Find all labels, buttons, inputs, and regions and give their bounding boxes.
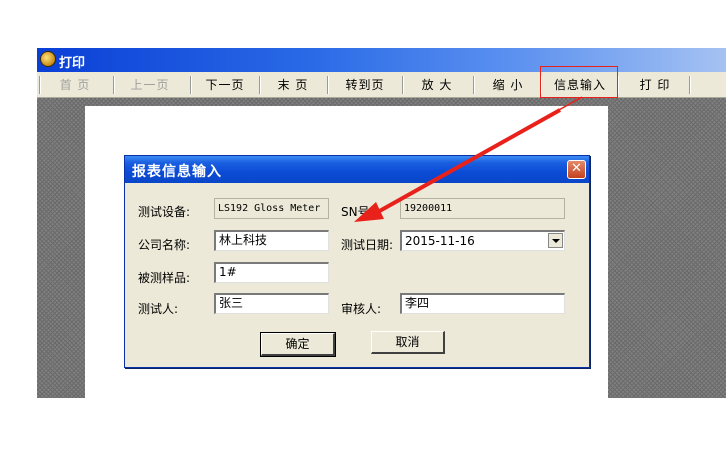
print-window-title: 打印 xyxy=(59,56,86,71)
device-field: LS192 Gloss Meter xyxy=(214,198,329,219)
goto-page-button[interactable]: 转到页 xyxy=(334,75,396,95)
toolbar-separator xyxy=(327,76,329,94)
device-label: 测试设备: xyxy=(138,205,191,219)
date-label: 测试日期: xyxy=(341,238,394,252)
cancel-button[interactable]: 取消 xyxy=(371,331,445,354)
toolbar-separator xyxy=(473,76,475,94)
sn-label: SN号: xyxy=(341,205,374,219)
company-input[interactable]: 林上科技 xyxy=(214,230,329,251)
first-page-button[interactable]: 首 页 xyxy=(47,75,103,95)
app-icon xyxy=(40,51,56,67)
close-button[interactable]: ✕ xyxy=(567,160,586,179)
toolbar-separator xyxy=(113,76,115,94)
print-window-titlebar: 打印 xyxy=(37,48,726,72)
company-label: 公司名称: xyxy=(138,238,191,252)
date-value: 2015-11-16 xyxy=(405,234,475,248)
print-button[interactable]: 打 印 xyxy=(627,75,683,95)
next-page-button[interactable]: 下一页 xyxy=(197,75,253,95)
sample-label: 被测样品: xyxy=(138,271,191,285)
dialog-titlebar: 报表信息输入 ✕ xyxy=(125,156,589,183)
dialog-title: 报表信息输入 xyxy=(132,164,222,180)
reviewer-input[interactable]: 李四 xyxy=(400,293,565,314)
tester-input[interactable]: 张三 xyxy=(214,293,329,314)
info-input-highlight xyxy=(540,66,618,98)
sample-input[interactable]: 1# xyxy=(214,262,329,283)
reviewer-label: 审核人: xyxy=(341,302,382,316)
tester-label: 测试人: xyxy=(138,302,179,316)
print-toolbar: 首 页 上一页 下一页 末 页 转到页 放 大 缩 小 信息输入 打 印 xyxy=(37,72,726,98)
close-icon: ✕ xyxy=(571,161,582,176)
report-info-dialog: 报表信息输入 ✕ 测试设备: LS192 Gloss Meter SN号: 19… xyxy=(124,155,590,368)
toolbar-separator xyxy=(39,76,41,94)
zoom-in-button[interactable]: 放 大 xyxy=(409,75,465,95)
sn-field: 19200011 xyxy=(400,198,565,219)
prev-page-button[interactable]: 上一页 xyxy=(119,75,181,95)
toolbar-separator xyxy=(402,76,404,94)
toolbar-separator xyxy=(689,76,691,94)
date-picker[interactable]: 2015-11-16 xyxy=(400,230,565,251)
last-page-button[interactable]: 末 页 xyxy=(265,75,321,95)
zoom-out-button[interactable]: 缩 小 xyxy=(480,75,536,95)
toolbar-separator xyxy=(259,76,261,94)
chevron-down-icon[interactable] xyxy=(548,233,563,248)
toolbar-separator xyxy=(190,76,192,94)
ok-button[interactable]: 确定 xyxy=(260,332,336,357)
